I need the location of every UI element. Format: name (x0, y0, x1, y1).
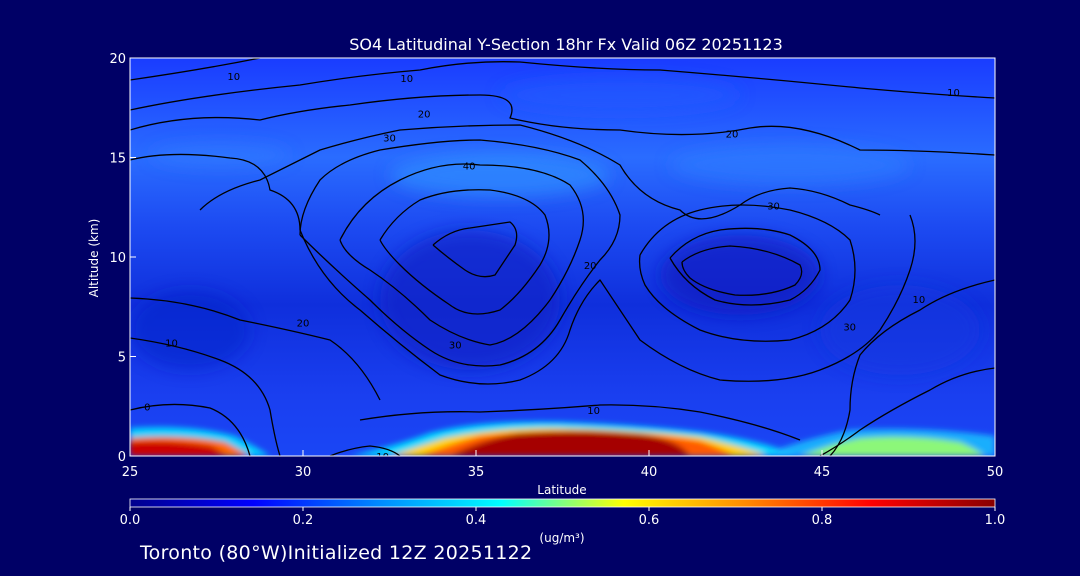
contour-label: 20 (584, 261, 597, 272)
y-tick-label: 15 (109, 152, 126, 167)
contour-label: 10 (165, 339, 178, 350)
contour-label: 40 (463, 161, 476, 172)
title-group: SO4 Latitudinal Y-Section 18hr Fx Valid … (349, 35, 783, 54)
contour-label: 30 (383, 134, 396, 145)
plot-area: 10 10 20 30 40 20 10 30 20 20 30 10 30 10 0 10 10 (130, 58, 995, 463)
x-tick-label: 40 (641, 465, 658, 480)
contour-label: 20 (418, 110, 431, 121)
chart-title: SO4 Latitudinal Y-Section 18hr Fx Valid … (349, 35, 783, 54)
colorbar-tick-label: 0.4 (466, 513, 487, 528)
contour-label: 10 (400, 74, 413, 85)
field-background (130, 58, 995, 456)
colorbar-rect (129, 498, 996, 508)
y-tick-label: 10 (109, 251, 126, 266)
colorbar-tick-label: 0.0 (120, 513, 141, 528)
contour-label: 0 (144, 402, 150, 413)
y-axis-label: Altitude (km) (87, 219, 101, 298)
colorbar-tick-label: 0.6 (639, 513, 660, 528)
colorbar-unit-label: (ug/m³) (539, 531, 584, 545)
colorbar-tick-label: 0.8 (812, 513, 833, 528)
contour-label: 10 (587, 406, 600, 417)
contour-label: 30 (767, 201, 780, 212)
contour-label: 10 (913, 295, 926, 306)
footer-caption: Toronto (80°W)Initialized 12Z 20251122 (140, 542, 533, 564)
contour-label: 20 (726, 130, 739, 141)
y-tick-label: 5 (118, 351, 126, 366)
contour-label: 20 (297, 319, 310, 330)
field-blob (670, 145, 910, 185)
contour-label: 10 (376, 452, 389, 463)
contour-label: 10 (227, 72, 240, 83)
chart-svg: SO4 Latitudinal Y-Section 18hr Fx Valid … (87, 35, 1006, 545)
field-blob (390, 153, 610, 197)
x-tick-label: 50 (987, 465, 1004, 480)
x-tick-label: 30 (295, 465, 312, 480)
colorbar-tick-label: 0.2 (293, 513, 314, 528)
colorbar-tick-label: 1.0 (985, 513, 1006, 528)
field-blob (130, 290, 250, 370)
colorbar: 0.0 0.2 0.4 0.6 0.8 1.0 (ug/m³) (120, 498, 1006, 545)
contour-label: 30 (449, 341, 462, 352)
y-tick-label: 20 (109, 52, 126, 67)
field-blob (500, 77, 740, 113)
contour-label: 30 (843, 323, 856, 334)
x-tick-label: 35 (468, 465, 485, 480)
x-tick-label: 45 (814, 465, 831, 480)
y-tick-label: 0 (118, 450, 126, 465)
contour-label: 10 (947, 88, 960, 99)
x-tick-label: 25 (122, 465, 139, 480)
colorbar-ticks: 0.0 0.2 0.4 0.6 0.8 1.0 (120, 507, 1006, 528)
x-axis-label: Latitude (537, 483, 586, 497)
